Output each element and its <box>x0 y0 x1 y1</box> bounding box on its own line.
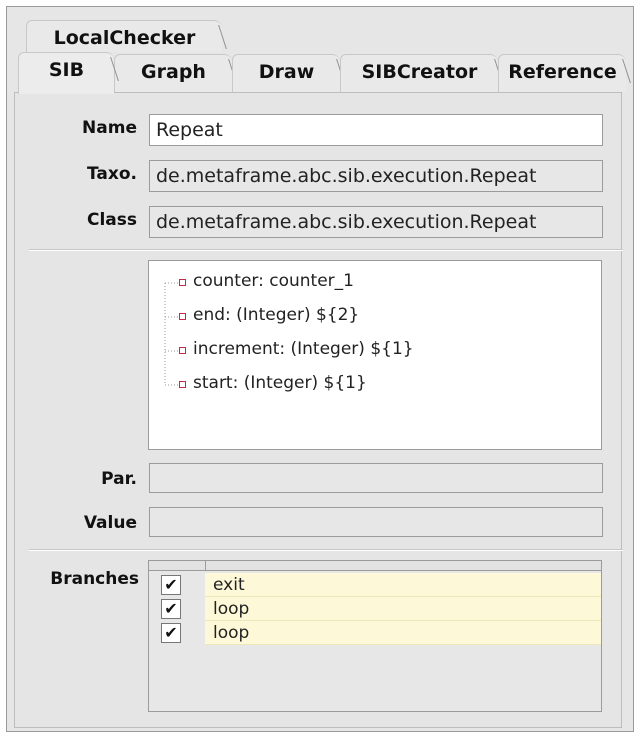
tree-item[interactable]: increment: (Integer) ${1} <box>193 339 414 359</box>
table-row[interactable]: ✔ exit <box>149 573 601 597</box>
branch-checkbox[interactable]: ✔ <box>161 599 181 619</box>
value-label: Value <box>83 513 137 533</box>
separator-highlight <box>29 550 623 551</box>
branches-table[interactable]: ✔ exit ✔ loop ✔ loop <box>148 560 602 712</box>
tab-draw[interactable]: Draw <box>232 54 340 92</box>
tab-label: LocalChecker <box>53 27 196 49</box>
tree-item[interactable]: counter: counter_1 <box>193 271 354 291</box>
tab-sibcreator[interactable]: SIBCreator <box>340 54 498 92</box>
tree-node-icon <box>179 313 186 320</box>
branch-name-cell[interactable]: loop <box>205 597 601 621</box>
par-field <box>149 463 603 493</box>
tab-graph[interactable]: Graph <box>114 54 232 92</box>
class-label: Class <box>86 210 137 230</box>
par-label: Par. <box>101 469 137 489</box>
table-row[interactable]: ✔ loop <box>149 621 601 645</box>
separator-highlight <box>29 250 623 251</box>
tab-label: Draw <box>258 61 315 83</box>
tree-node-icon <box>179 347 186 354</box>
column-divider <box>205 561 206 570</box>
branch-checkbox[interactable]: ✔ <box>161 575 181 595</box>
tab-reference[interactable]: Reference <box>498 54 626 92</box>
value-field <box>149 507 603 537</box>
table-header <box>149 561 601 571</box>
taxo-label: Taxo. <box>87 164 137 184</box>
tab-label: Graph <box>141 61 206 83</box>
class-field: de.metaframe.abc.sib.execution.Repeat <box>149 206 603 238</box>
name-field[interactable]: Repeat <box>149 114 603 146</box>
tab-label: SIB <box>48 59 85 81</box>
tab-label: SIBCreator <box>361 61 478 83</box>
tree-item[interactable]: start: (Integer) ${1} <box>193 373 367 393</box>
tab-label: Reference <box>508 61 617 83</box>
taxo-field: de.metaframe.abc.sib.execution.Repeat <box>149 160 603 192</box>
branch-name-cell[interactable]: exit <box>205 573 601 597</box>
tab-sib[interactable]: SIB <box>18 52 114 94</box>
tree-node-icon <box>179 279 186 286</box>
tab-localchecker[interactable]: LocalChecker <box>26 20 222 52</box>
table-row[interactable]: ✔ loop <box>149 597 601 621</box>
tree-item[interactable]: end: (Integer) ${2} <box>193 305 359 325</box>
tree-node-icon <box>179 381 186 388</box>
name-label: Name <box>82 118 137 138</box>
parameter-tree[interactable]: counter: counter_1 end: (Integer) ${2} i… <box>148 260 602 450</box>
branches-label: Branches <box>50 569 139 589</box>
branch-checkbox[interactable]: ✔ <box>161 623 181 643</box>
branch-name-cell[interactable]: loop <box>205 621 601 645</box>
